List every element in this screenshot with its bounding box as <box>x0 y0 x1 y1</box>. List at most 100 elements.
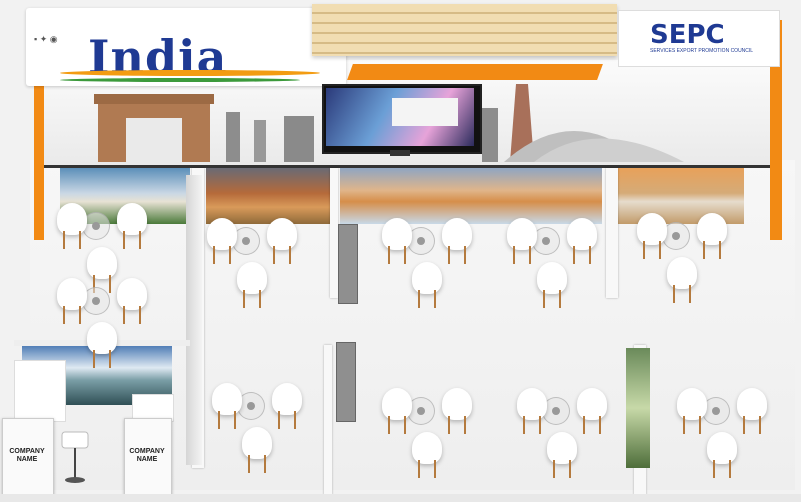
chair-leg <box>243 290 245 308</box>
table-base <box>542 237 550 245</box>
white-chair <box>707 432 737 464</box>
chair-leg <box>599 416 601 434</box>
chair-leg <box>109 275 111 293</box>
company-name-label: COMPANY NAME <box>9 448 45 463</box>
chair-leg <box>109 350 111 368</box>
partner-logos: ▪ ✦ ◉ <box>34 34 58 44</box>
white-chair <box>577 388 607 420</box>
chair-leg <box>139 231 141 249</box>
table-base <box>92 222 100 230</box>
table-base <box>247 402 255 410</box>
chair-leg <box>434 290 436 308</box>
chair-leg <box>418 290 420 308</box>
chair-leg <box>404 416 406 434</box>
white-chair <box>567 218 597 250</box>
white-chair <box>57 278 87 310</box>
chair-leg <box>543 290 545 308</box>
photo-side-panel <box>626 348 650 468</box>
display-stand <box>390 150 410 156</box>
chair-leg <box>729 460 731 478</box>
chair-leg <box>388 246 390 264</box>
white-chair <box>117 278 147 310</box>
chair-leg <box>278 411 280 429</box>
chair-leg <box>683 416 685 434</box>
chair-leg <box>573 246 575 264</box>
white-chair <box>442 388 472 420</box>
white-chair <box>272 383 302 415</box>
chair-leg <box>93 350 95 368</box>
chair-leg <box>589 246 591 264</box>
white-chair <box>57 203 87 235</box>
chair-leg <box>418 460 420 478</box>
table-base <box>242 237 250 245</box>
chair-leg <box>123 306 125 324</box>
white-chair <box>507 218 537 250</box>
tricolor-swoosh-orange <box>60 70 320 76</box>
chair-leg <box>229 246 231 264</box>
chair-leg <box>63 231 65 249</box>
chair-leg <box>553 460 555 478</box>
white-chair <box>212 383 242 415</box>
table-base <box>417 237 425 245</box>
photo-temple-panorama <box>340 168 602 224</box>
chair-leg <box>643 241 645 259</box>
white-chair <box>517 388 547 420</box>
white-chair <box>677 388 707 420</box>
table-base <box>672 232 680 240</box>
wooden-slat-ceiling <box>312 4 617 56</box>
chair-leg <box>759 416 761 434</box>
white-chair <box>87 322 117 354</box>
white-chair <box>637 213 667 245</box>
chair-leg <box>569 460 571 478</box>
partition-wall-graphic <box>186 175 202 465</box>
chair-leg <box>464 246 466 264</box>
chair-leg <box>264 455 266 473</box>
floor-edge <box>0 494 801 502</box>
chair-leg <box>689 285 691 303</box>
chair-leg <box>294 411 296 429</box>
partition-wall <box>606 168 618 298</box>
chair-leg <box>63 306 65 324</box>
chair-leg <box>448 416 450 434</box>
table-base <box>552 407 560 415</box>
counter-top <box>14 360 66 422</box>
white-chair <box>87 247 117 279</box>
white-chair <box>412 432 442 464</box>
white-chair <box>117 203 147 235</box>
bar-stool <box>61 431 89 483</box>
chair-leg <box>448 246 450 264</box>
chair-leg <box>139 306 141 324</box>
chair-leg <box>213 246 215 264</box>
chair-leg <box>388 416 390 434</box>
orange-frame-left <box>34 60 44 240</box>
white-chair <box>382 388 412 420</box>
chair-leg <box>703 241 705 259</box>
chair-leg <box>234 411 236 429</box>
white-chair <box>737 388 767 420</box>
table-base <box>417 407 425 415</box>
white-chair <box>537 262 567 294</box>
chair-leg <box>289 246 291 264</box>
chair-leg <box>659 241 661 259</box>
chair-leg <box>123 231 125 249</box>
photo-taj-mahal <box>618 168 744 224</box>
display-window-graphic <box>392 98 458 126</box>
chair-leg <box>523 416 525 434</box>
white-chair <box>207 218 237 250</box>
chair-leg <box>464 416 466 434</box>
chair-leg <box>673 285 675 303</box>
table-base <box>712 407 720 415</box>
chair-leg <box>719 241 721 259</box>
chair-leg <box>559 290 561 308</box>
chair-leg <box>539 416 541 434</box>
org-subtitle: SERVICES EXPORT PROMOTION COUNCIL <box>650 48 754 54</box>
white-chair <box>412 262 442 294</box>
chair-leg <box>79 231 81 249</box>
white-chair <box>667 257 697 289</box>
partition-wall <box>324 345 332 495</box>
chair-leg <box>248 455 250 473</box>
white-chair <box>242 427 272 459</box>
chair-leg <box>743 416 745 434</box>
partition-wall <box>330 168 338 298</box>
chair-leg <box>583 416 585 434</box>
